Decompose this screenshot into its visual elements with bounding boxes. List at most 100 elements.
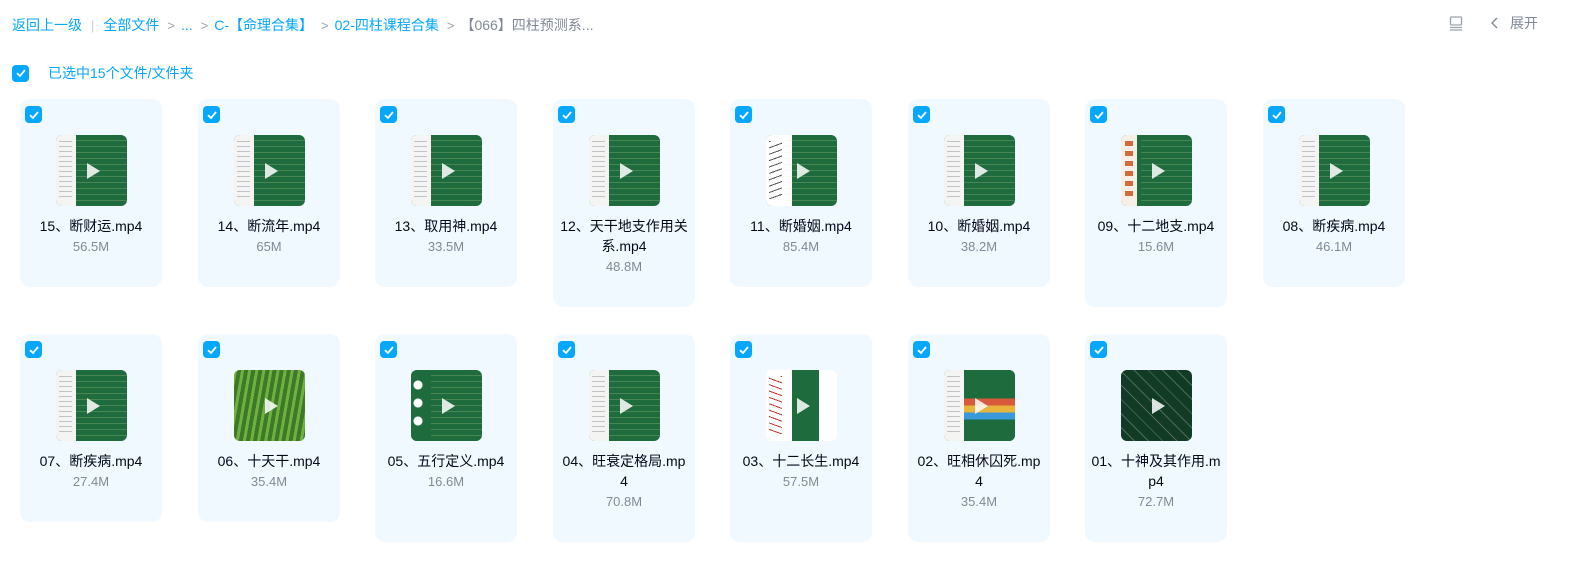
file-checkbox[interactable] bbox=[25, 106, 42, 123]
breadcrumb-separator: > bbox=[167, 17, 175, 33]
video-thumbnail[interactable] bbox=[588, 135, 660, 206]
file-card[interactable]: 13、取用神.mp4 33.5M bbox=[375, 99, 517, 287]
chevron-left-icon[interactable] bbox=[1490, 16, 1500, 30]
file-size: 38.2M bbox=[960, 239, 998, 254]
breadcrumb-current: 【066】四柱预测系... bbox=[460, 17, 594, 33]
breadcrumb-folder-sizhu[interactable]: 02-四柱课程合集 bbox=[335, 15, 439, 35]
thumbnail-sidebar bbox=[943, 135, 964, 206]
file-card[interactable]: 09、十二地支.mp4 15.6M bbox=[1085, 99, 1227, 307]
file-card[interactable]: 11、断婚姻.mp4 85.4M bbox=[730, 99, 872, 287]
check-icon bbox=[561, 110, 572, 119]
thumbnail-board bbox=[608, 135, 660, 206]
breadcrumb: 返回上一级 | 全部文件 > ... > C-【命理合集】 > 02-四柱课程合… bbox=[12, 15, 593, 35]
expand-button[interactable]: 展开 bbox=[1510, 13, 1538, 33]
file-name: 07、断疾病.mp4 bbox=[39, 453, 143, 469]
play-icon bbox=[1152, 397, 1165, 414]
file-checkbox[interactable] bbox=[913, 106, 930, 123]
video-thumbnail[interactable] bbox=[943, 135, 1015, 206]
thumbnail-board bbox=[608, 370, 660, 441]
play-icon bbox=[87, 162, 100, 179]
breadcrumb-ellipsis[interactable]: ... bbox=[181, 17, 193, 33]
video-thumbnail[interactable] bbox=[410, 135, 482, 206]
check-icon bbox=[1093, 345, 1104, 354]
file-card[interactable]: 15、断财运.mp4 56.5M bbox=[20, 99, 162, 287]
file-checkbox[interactable] bbox=[380, 106, 397, 123]
file-card[interactable]: 08、断疾病.mp4 46.1M bbox=[1263, 99, 1405, 287]
file-card[interactable]: 05、五行定义.mp4 16.6M bbox=[375, 334, 517, 542]
back-link[interactable]: 返回上一级 bbox=[12, 15, 82, 35]
check-icon bbox=[916, 110, 927, 119]
select-all-checkbox[interactable] bbox=[12, 64, 29, 82]
file-card[interactable]: 14、断流年.mp4 65M bbox=[198, 99, 340, 287]
check-icon bbox=[738, 345, 749, 354]
play-icon bbox=[442, 162, 455, 179]
file-checkbox[interactable] bbox=[1090, 106, 1107, 123]
play-icon bbox=[1330, 162, 1343, 179]
file-card[interactable]: 10、断婚姻.mp4 38.2M bbox=[908, 99, 1050, 287]
video-thumbnail[interactable] bbox=[588, 370, 660, 441]
breadcrumb-separator: > bbox=[446, 17, 455, 33]
video-thumbnail[interactable] bbox=[410, 370, 482, 441]
file-size: 35.4M bbox=[250, 474, 288, 489]
file-name: 06、十天干.mp4 bbox=[217, 453, 321, 469]
file-card[interactable]: 02、旺相休囚死.mp4 35.4M bbox=[908, 334, 1050, 542]
file-checkbox[interactable] bbox=[203, 341, 220, 358]
file-checkbox[interactable] bbox=[1090, 341, 1107, 358]
thumbnail-board bbox=[785, 135, 837, 206]
play-icon bbox=[797, 397, 810, 414]
file-name: 10、断婚姻.mp4 bbox=[927, 218, 1031, 234]
file-checkbox[interactable] bbox=[1268, 106, 1285, 123]
file-size: 57.5M bbox=[782, 474, 820, 489]
thumbnail-sidebar bbox=[55, 370, 76, 441]
file-checkbox[interactable] bbox=[913, 341, 930, 358]
file-card[interactable]: 12、天干地支作用关系.mp4 48.8M bbox=[553, 99, 695, 307]
check-icon bbox=[1093, 110, 1104, 119]
file-name: 01、十神及其作用.mp4 bbox=[1091, 453, 1221, 489]
thumbnail-sidebar bbox=[410, 135, 431, 206]
file-checkbox[interactable] bbox=[203, 106, 220, 123]
play-icon bbox=[620, 397, 633, 414]
video-thumbnail[interactable] bbox=[765, 135, 837, 206]
right-tools: 展开 bbox=[1448, 13, 1538, 33]
breadcrumb-divider: | bbox=[91, 17, 95, 33]
video-thumbnail[interactable] bbox=[943, 370, 1015, 441]
check-icon bbox=[206, 345, 217, 354]
video-thumbnail[interactable] bbox=[1298, 135, 1370, 206]
check-icon bbox=[28, 110, 39, 119]
file-checkbox[interactable] bbox=[558, 106, 575, 123]
breadcrumb-folder-mingli[interactable]: C-【命理合集】 bbox=[214, 15, 313, 35]
thumbnail-sidebar bbox=[943, 370, 964, 441]
list-view-icon[interactable] bbox=[1448, 15, 1464, 31]
file-card[interactable]: 07、断疾病.mp4 27.4M bbox=[20, 334, 162, 522]
file-card[interactable]: 03、十二长生.mp4 57.5M bbox=[730, 334, 872, 542]
file-size: 35.4M bbox=[960, 494, 998, 509]
file-checkbox[interactable] bbox=[735, 341, 752, 358]
video-thumbnail[interactable] bbox=[765, 370, 837, 441]
file-checkbox[interactable] bbox=[735, 106, 752, 123]
check-icon bbox=[28, 345, 39, 354]
video-thumbnail[interactable] bbox=[55, 135, 127, 206]
video-thumbnail[interactable] bbox=[55, 370, 127, 441]
file-size: 27.4M bbox=[72, 474, 110, 489]
file-size: 85.4M bbox=[782, 239, 820, 254]
video-thumbnail[interactable] bbox=[1120, 135, 1192, 206]
video-thumbnail[interactable] bbox=[1120, 370, 1192, 441]
file-checkbox[interactable] bbox=[558, 341, 575, 358]
select-all-row: 已选中15个文件/文件夹 bbox=[12, 63, 193, 83]
check-icon bbox=[206, 110, 217, 119]
video-thumbnail[interactable] bbox=[233, 135, 305, 206]
play-icon bbox=[265, 162, 278, 179]
file-card[interactable]: 06、十天干.mp4 35.4M bbox=[198, 334, 340, 522]
file-card[interactable]: 04、旺衰定格局.mp4 70.8M bbox=[553, 334, 695, 542]
file-name: 11、断婚姻.mp4 bbox=[750, 218, 852, 234]
breadcrumb-all-files[interactable]: 全部文件 bbox=[103, 15, 159, 35]
selection-count-text: 已选中15个文件/文件夹 bbox=[48, 65, 194, 81]
file-name: 09、十二地支.mp4 bbox=[1097, 218, 1215, 234]
file-checkbox[interactable] bbox=[25, 341, 42, 358]
file-card[interactable]: 01、十神及其作用.mp4 72.7M bbox=[1085, 334, 1227, 542]
file-name: 03、十二长生.mp4 bbox=[742, 453, 860, 469]
video-thumbnail[interactable] bbox=[233, 370, 305, 441]
file-size: 46.1M bbox=[1315, 239, 1353, 254]
file-checkbox[interactable] bbox=[380, 341, 397, 358]
file-name: 02、旺相休囚死.mp4 bbox=[917, 453, 1041, 489]
